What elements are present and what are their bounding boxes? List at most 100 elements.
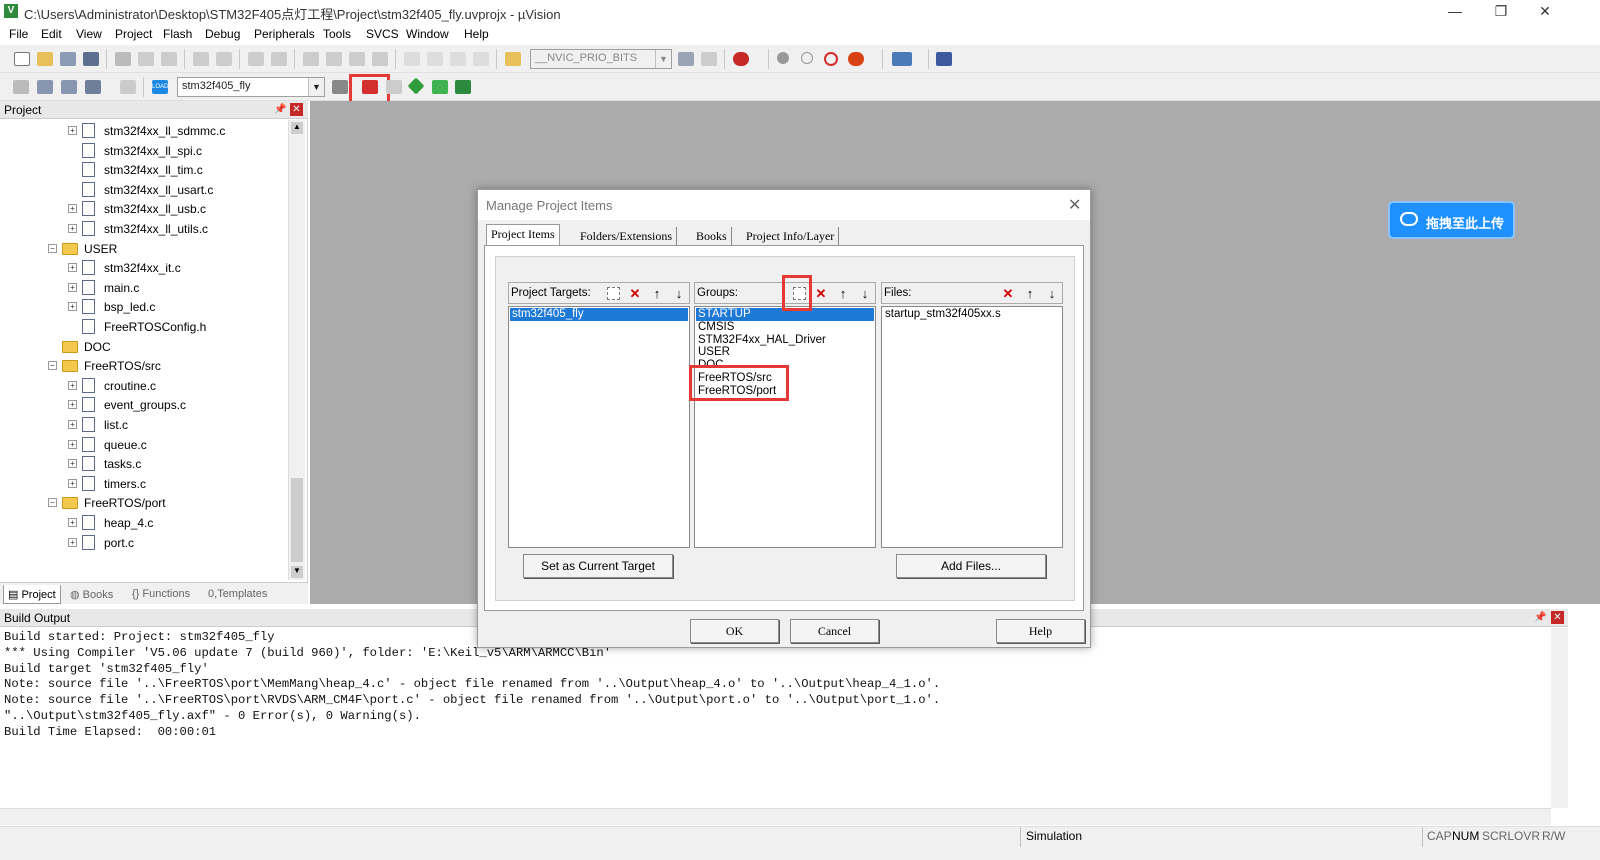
move-down-icon[interactable]: ↓ bbox=[1044, 286, 1060, 302]
tree-file[interactable]: + stm32f4xx_ll_sdmmc.c bbox=[0, 121, 288, 141]
scroll-up-icon[interactable]: ▲ bbox=[291, 122, 303, 134]
close-window-button[interactable]: ✕ bbox=[1522, 0, 1568, 24]
target-select[interactable]: stm32f405_fly ▼ bbox=[177, 77, 325, 97]
tree-file[interactable]: stm32f4xx_ll_usart.c bbox=[0, 180, 288, 200]
tree-file[interactable]: + list.c bbox=[0, 415, 288, 435]
expand-icon[interactable]: + bbox=[68, 459, 77, 469]
tree-file[interactable]: + bsp_led.c bbox=[0, 297, 288, 317]
delete-group-icon[interactable]: ✕ bbox=[813, 286, 829, 302]
expand-icon[interactable]: + bbox=[68, 224, 77, 233]
tree-file[interactable]: stm32f4xx_ll_tim.c bbox=[0, 160, 288, 180]
redo-icon[interactable] bbox=[216, 52, 232, 66]
move-down-icon[interactable]: ↓ bbox=[671, 286, 687, 302]
disable-all-breakpoints-icon[interactable] bbox=[848, 52, 864, 66]
translate-icon[interactable] bbox=[13, 80, 29, 94]
define-combo[interactable]: __NVIC_PRIO_BITS ▼ bbox=[530, 49, 672, 69]
add-files-button[interactable]: Add Files... bbox=[896, 554, 1046, 578]
delete-target-icon[interactable]: ✕ bbox=[627, 286, 643, 302]
expand-icon[interactable]: + bbox=[68, 400, 77, 410]
paste-icon[interactable] bbox=[161, 52, 177, 66]
menu-flash[interactable]: Flash bbox=[163, 27, 192, 41]
move-down-icon[interactable]: ↓ bbox=[857, 286, 873, 302]
list-item[interactable]: CMSIS bbox=[696, 321, 874, 334]
tab-books[interactable]: Books bbox=[692, 227, 732, 245]
cloud-upload-button[interactable]: 拖拽至此上传 bbox=[1388, 201, 1515, 239]
tree-file[interactable]: + tasks.c bbox=[0, 454, 288, 474]
minimize-button[interactable]: — bbox=[1432, 0, 1478, 24]
comment-icon[interactable] bbox=[450, 52, 466, 66]
tree-file[interactable]: + stm32f4xx_ll_usb.c bbox=[0, 199, 288, 219]
new-target-icon[interactable] bbox=[607, 287, 620, 300]
menu-help[interactable]: Help bbox=[464, 27, 489, 41]
next-bookmark-icon[interactable] bbox=[349, 52, 365, 66]
tree-file[interactable]: + queue.c bbox=[0, 435, 288, 455]
breakpoint-icon[interactable] bbox=[777, 52, 789, 64]
expand-icon[interactable]: + bbox=[68, 282, 77, 292]
tree-file[interactable]: stm32f4xx_ll_spi.c bbox=[0, 141, 288, 161]
build-output-vscroll[interactable] bbox=[1551, 628, 1568, 808]
tree-file[interactable]: + croutine.c bbox=[0, 376, 288, 396]
copy-icon[interactable] bbox=[138, 52, 154, 66]
tree-file[interactable]: + event_groups.c bbox=[0, 395, 288, 415]
delete-file-icon[interactable]: ✕ bbox=[1000, 286, 1016, 302]
expand-icon[interactable]: + bbox=[68, 478, 77, 488]
restore-button[interactable]: ❐ bbox=[1478, 0, 1524, 24]
list-item[interactable]: STM32F4xx_HAL_Driver bbox=[696, 334, 874, 347]
expand-icon[interactable]: + bbox=[68, 126, 77, 135]
pack-installer-icon[interactable] bbox=[455, 80, 471, 94]
targets-list[interactable]: stm32f405_fly bbox=[508, 306, 690, 548]
ok-button[interactable]: OK bbox=[690, 619, 779, 643]
menu-view[interactable]: View bbox=[76, 27, 102, 41]
tree-file[interactable]: + timers.c bbox=[0, 474, 288, 494]
find-in-files-icon[interactable] bbox=[505, 52, 521, 66]
build-output-hscroll[interactable] bbox=[0, 808, 1551, 825]
file-extensions-icon[interactable] bbox=[386, 80, 402, 94]
collapse-icon[interactable]: − bbox=[48, 243, 57, 253]
menu-svcs[interactable]: SVCS bbox=[366, 27, 399, 41]
tree-folder[interactable]: − FreeRTOS/src bbox=[0, 356, 288, 376]
collapse-icon[interactable]: − bbox=[48, 361, 57, 371]
pin-icon[interactable]: 📌 bbox=[274, 104, 286, 115]
expand-icon[interactable]: + bbox=[68, 302, 77, 312]
disable-breakpoint-icon[interactable] bbox=[801, 52, 813, 64]
tree-file[interactable]: + port.c bbox=[0, 533, 288, 553]
find-icon[interactable] bbox=[678, 52, 694, 66]
tree-folder[interactable]: DOC bbox=[0, 337, 288, 357]
tab-books[interactable]: ◍ Books bbox=[66, 585, 117, 604]
batch-build-icon[interactable] bbox=[85, 80, 101, 94]
move-up-icon[interactable]: ↑ bbox=[649, 286, 665, 302]
scroll-down-icon[interactable]: ▼ bbox=[291, 566, 303, 578]
list-item[interactable]: startup_stm32f405xx.s bbox=[883, 308, 1061, 321]
close-icon[interactable]: ✕ bbox=[290, 103, 303, 116]
build-icon[interactable] bbox=[37, 80, 53, 94]
prev-bookmark-icon[interactable] bbox=[326, 52, 342, 66]
window-layout-icon[interactable] bbox=[892, 52, 912, 66]
manage-components-icon[interactable] bbox=[432, 80, 448, 94]
new-file-icon[interactable] bbox=[14, 52, 30, 66]
load-icon[interactable]: LOAD bbox=[152, 80, 168, 94]
save-all-icon[interactable] bbox=[83, 52, 99, 66]
open-folder-icon[interactable] bbox=[37, 52, 53, 66]
expand-icon[interactable]: + bbox=[68, 537, 77, 547]
expand-icon[interactable]: + bbox=[68, 518, 77, 527]
configure-wrench-icon[interactable] bbox=[936, 52, 952, 66]
menu-file[interactable]: File bbox=[9, 27, 28, 41]
kill-breakpoints-icon[interactable] bbox=[824, 52, 838, 66]
close-icon[interactable]: ✕ bbox=[1551, 611, 1564, 624]
set-current-target-button[interactable]: Set as Current Target bbox=[523, 554, 673, 578]
menu-debug[interactable]: Debug bbox=[205, 27, 240, 41]
expand-icon[interactable]: + bbox=[68, 420, 77, 429]
tab-project-info-layer[interactable]: Project Info/Layer bbox=[742, 227, 840, 245]
clear-bookmarks-icon[interactable] bbox=[372, 52, 388, 66]
menu-project[interactable]: Project bbox=[115, 27, 152, 41]
debug-session-icon[interactable] bbox=[733, 52, 749, 66]
move-up-icon[interactable]: ↑ bbox=[835, 286, 851, 302]
tree-folder[interactable]: − USER bbox=[0, 239, 288, 259]
expand-icon[interactable]: + bbox=[68, 439, 77, 449]
tab-folders-extensions[interactable]: Folders/Extensions bbox=[576, 227, 677, 245]
bookmark-icon[interactable] bbox=[303, 52, 319, 66]
tree-file[interactable]: + stm32f4xx_it.c bbox=[0, 258, 288, 278]
tree-file[interactable]: + main.c bbox=[0, 278, 288, 298]
help-button[interactable]: Help bbox=[996, 619, 1085, 643]
tab-project-items[interactable]: Project Items bbox=[486, 224, 560, 246]
